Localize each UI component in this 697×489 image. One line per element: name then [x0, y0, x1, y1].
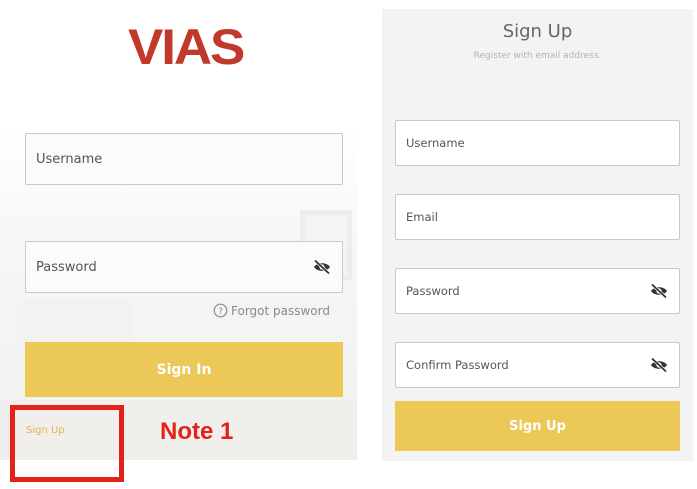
signup-username-field[interactable]: Username	[395, 120, 680, 166]
signup-email-field[interactable]: Email	[395, 194, 680, 240]
signup-username-placeholder: Username	[406, 136, 465, 150]
eye-slash-icon[interactable]	[649, 357, 669, 373]
signup-confirm-placeholder: Confirm Password	[406, 358, 509, 372]
brand-logo: VIAS	[128, 19, 245, 75]
svg-text:?: ?	[218, 307, 223, 317]
signup-email-placeholder: Email	[406, 210, 438, 224]
eye-slash-icon[interactable]	[649, 283, 669, 299]
sign-in-panel: VIAS Username Password ? Forgot password…	[0, 0, 357, 460]
password-field[interactable]: Password	[25, 241, 343, 293]
sign-up-button[interactable]: Sign Up	[395, 401, 680, 451]
signup-password-placeholder: Password	[406, 284, 460, 298]
forgot-password-label: Forgot password	[231, 303, 330, 318]
username-placeholder: Username	[36, 151, 103, 167]
annotation-highlight-box	[10, 405, 124, 482]
sign-up-title: Sign Up	[502, 21, 573, 42]
password-placeholder: Password	[36, 259, 97, 275]
help-circle-icon: ?	[213, 303, 228, 318]
sign-in-button[interactable]: Sign In	[25, 342, 343, 397]
username-field[interactable]: Username	[25, 133, 343, 185]
eye-slash-icon[interactable]	[312, 259, 332, 275]
annotation-label: Note 1	[160, 418, 234, 445]
background-furniture-decor	[22, 300, 132, 344]
sign-up-panel: Sign Up Register with email address. Use…	[382, 9, 693, 461]
forgot-password-link[interactable]: ? Forgot password	[213, 303, 330, 318]
signup-confirm-password-field[interactable]: Confirm Password	[395, 342, 680, 388]
signup-password-field[interactable]: Password	[395, 268, 680, 314]
sign-up-subtitle: Register with email address.	[473, 51, 602, 61]
